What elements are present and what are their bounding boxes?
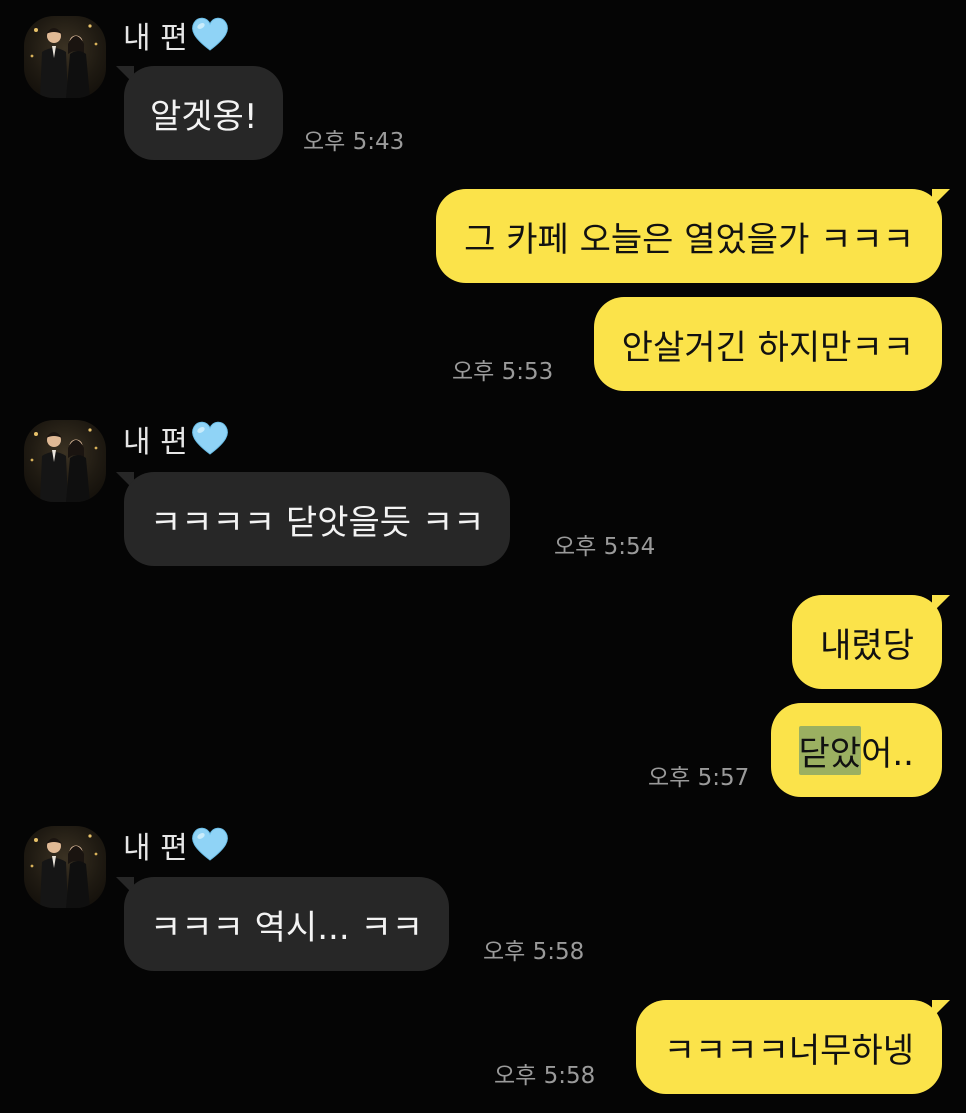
message-text: 안살거긴 하지만ㅋㅋ xyxy=(621,327,914,368)
message-text: ㅋㅋㅋㅋ너무하넹 xyxy=(663,1030,914,1071)
contact-avatar[interactable] xyxy=(24,420,106,502)
contact-avatar[interactable] xyxy=(24,16,106,98)
sender-name-text: 내 편 xyxy=(123,425,188,460)
light-blue-heart-icon xyxy=(190,420,230,467)
message-timestamp: 오후 5:43 xyxy=(303,129,405,155)
light-blue-heart-icon xyxy=(190,16,230,63)
incoming-message-bubble[interactable]: ㅋㅋㅋㅋ 닫앗을듯 ㅋㅋ xyxy=(124,472,511,566)
message-timestamp: 오후 5:58 xyxy=(494,1063,596,1089)
message-text: 알겟옹! xyxy=(150,96,258,137)
outgoing-message-bubble[interactable]: ㅋㅋㅋㅋ너무하넹 xyxy=(635,1000,942,1094)
message-text: 내렸당 xyxy=(820,625,914,666)
couple-photo-avatar xyxy=(30,24,98,98)
outgoing-message-bubble[interactable]: 그 카페 오늘은 열었을가 ㅋㅋㅋ xyxy=(436,189,942,283)
sender-name-text: 내 편 xyxy=(123,21,188,56)
message-text: 어.. xyxy=(861,733,914,774)
couple-photo-avatar xyxy=(30,834,98,908)
outgoing-message-bubble[interactable]: 내렸당 xyxy=(792,595,942,689)
sender-name: 내 편 xyxy=(123,826,230,873)
message-timestamp: 오후 5:58 xyxy=(483,939,585,965)
sender-name: 내 편 xyxy=(123,16,230,63)
light-blue-heart-icon xyxy=(190,826,230,873)
outgoing-message-bubble[interactable]: 닫았 어.. xyxy=(770,703,942,797)
message-text: ㅋㅋㅋ 역시... ㅋㅋ xyxy=(150,907,423,948)
outgoing-message-bubble[interactable]: 안살거긴 하지만ㅋㅋ xyxy=(593,297,942,391)
sender-name: 내 편 xyxy=(123,420,230,467)
message-text: 그 카페 오늘은 열었을가 ㅋㅋㅋ xyxy=(464,219,914,260)
couple-photo-avatar xyxy=(30,428,98,502)
message-timestamp: 오후 5:54 xyxy=(554,534,656,560)
incoming-message-bubble[interactable]: ㅋㅋㅋ 역시... ㅋㅋ xyxy=(124,877,449,971)
incoming-message-bubble[interactable]: 알겟옹! xyxy=(124,66,284,160)
message-timestamp: 오후 5:57 xyxy=(648,765,750,791)
message-text: ㅋㅋㅋㅋ 닫앗을듯 ㅋㅋ xyxy=(150,502,485,543)
message-timestamp: 오후 5:53 xyxy=(452,359,554,385)
contact-avatar[interactable] xyxy=(24,826,106,908)
highlighted-text: 닫았 xyxy=(798,725,862,775)
sender-name-text: 내 편 xyxy=(123,831,188,866)
